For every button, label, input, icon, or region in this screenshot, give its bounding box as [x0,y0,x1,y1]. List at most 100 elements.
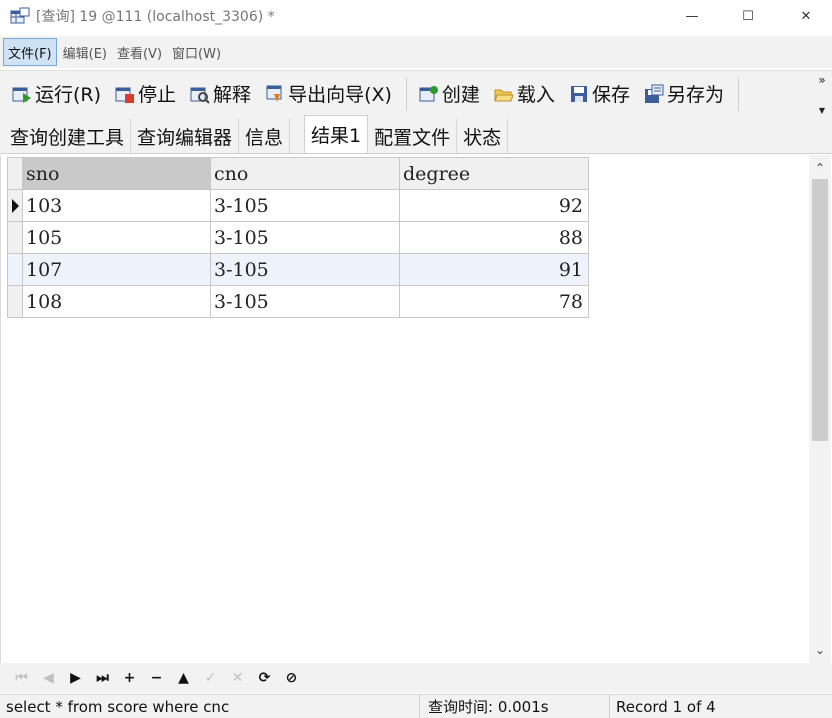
cell-sno[interactable]: 107 [22,253,211,286]
table-row[interactable]: 107 3-105 91 [7,253,589,286]
scroll-down-button[interactable]: ⌄ [809,639,831,661]
row-indicator[interactable] [7,285,23,318]
create-button[interactable]: 创建 [415,77,484,111]
last-record-button[interactable]: ⏭ [89,666,116,690]
prev-record-button[interactable]: ◀ [35,666,62,690]
cancel-edit-button[interactable]: ✕ [224,666,251,690]
table-row[interactable]: 105 3-105 88 [7,221,589,254]
chevron-down-icon: ⌄ [814,643,826,657]
next-record-button[interactable]: ▶ [62,666,89,690]
toolbar: 运行(R) 停止 解释 导出向导(X) 创建 载入 保存 另存为 » ▼ [0,70,832,116]
row-indicator[interactable] [7,189,23,222]
cell-sno[interactable]: 103 [22,189,211,222]
create-label: 创建 [441,84,480,106]
column-header-cno[interactable]: cno [210,157,400,190]
scroll-up-button[interactable]: ⌃ [809,157,831,179]
tab-profile[interactable]: 配置文件 [368,119,458,153]
result-grid: sno cno degree 103 3-105 92 105 3-105 88… [7,157,589,318]
stop-fetch-button[interactable]: ⊘ [278,666,305,690]
menu-window[interactable]: 窗口(W) [168,38,225,66]
stop-label: 停止 [138,84,177,106]
cross-icon: ✕ [231,670,244,686]
minus-icon: − [150,670,163,686]
add-record-button[interactable]: + [116,666,143,690]
menu-file[interactable]: 文件(F) [3,38,57,66]
toolbar-separator [737,76,739,111]
run-icon [12,84,32,104]
post-record-button[interactable]: ▲ [170,666,197,690]
cell-degree[interactable]: 88 [399,221,589,254]
plus-icon: + [123,670,136,686]
cell-cno[interactable]: 3-105 [210,285,400,318]
cell-sno[interactable]: 108 [22,285,211,318]
minimize-icon: — [685,8,699,24]
cell-cno[interactable]: 3-105 [210,221,400,254]
scrollbar-thumb[interactable] [812,179,828,441]
first-icon: ⏮ [15,670,28,686]
maximize-button[interactable]: ☐ [718,0,778,32]
first-record-button[interactable]: ⏮ [8,666,35,690]
load-label: 载入 [516,84,555,106]
row-indicator[interactable] [7,221,23,254]
delete-record-button[interactable]: − [143,666,170,690]
toolbar-overflow-button[interactable]: » ▼ [814,73,830,115]
column-header-degree[interactable]: degree [399,157,589,190]
cell-cno[interactable]: 3-105 [210,253,400,286]
cell-cno[interactable]: 3-105 [210,189,400,222]
refresh-button[interactable]: ⟳ [251,666,278,690]
cell-degree[interactable]: 78 [399,285,589,318]
maximize-icon: ☐ [742,8,754,24]
row-indicator[interactable] [7,253,23,286]
explain-label: 解释 [213,84,252,106]
overflow-chevron-icon: » [818,73,826,87]
status-query-time: 查询时间: 0.001s [420,694,610,718]
vertical-scrollbar[interactable]: ⌃ ⌄ [809,155,831,663]
column-header-sno[interactable]: sno [22,157,211,190]
stop-button[interactable]: 停止 [111,77,180,111]
prev-icon: ◀ [43,670,54,686]
grid-corner [7,157,23,190]
status-bar: select * from score where cnc 查询时间: 0.00… [0,694,832,718]
run-button[interactable]: 运行(R) [8,77,105,111]
next-icon: ▶ [70,670,81,686]
cell-degree[interactable]: 91 [399,253,589,286]
save-as-button[interactable]: 另存为 [640,77,728,111]
tab-query-editor[interactable]: 查询编辑器 [131,119,240,153]
result-grid-area: sno cno degree 103 3-105 92 105 3-105 88… [0,155,832,663]
apply-edit-button[interactable]: ✓ [197,666,224,690]
load-button[interactable]: 载入 [490,77,559,111]
run-label: 运行(R) [35,84,102,106]
export-wizard-button[interactable]: 导出向导(X) [261,77,396,111]
save-as-label: 另存为 [666,84,724,106]
explain-button[interactable]: 解释 [186,77,255,111]
explain-icon [190,84,210,104]
minimize-button[interactable]: — [662,0,722,32]
toolbar-separator [405,76,407,111]
table-row[interactable]: 103 3-105 92 [7,189,589,222]
close-icon: ✕ [800,8,812,24]
tab-status[interactable]: 状态 [457,119,509,153]
close-button[interactable]: ✕ [776,0,832,32]
save-button[interactable]: 保存 [565,77,634,111]
tab-info[interactable]: 信息 [239,119,291,153]
result-tabs: 查询创建工具 查询编辑器 信息 结果1 配置文件 状态 [0,115,832,154]
chevron-up-icon: ⌃ [814,161,826,175]
cell-sno[interactable]: 105 [22,221,211,254]
status-sql-text: select * from score where cnc [0,694,420,718]
tab-query-builder[interactable]: 查询创建工具 [4,119,132,153]
current-row-arrow-icon [12,199,19,213]
cell-degree[interactable]: 92 [399,189,589,222]
save-label: 保存 [591,84,630,106]
last-icon: ⏭ [96,670,109,686]
record-navigator: ⏮ ◀ ▶ ⏭ + − ▲ ✓ ✕ ⟳ ⊘ [0,663,832,693]
overflow-dropdown-icon: ▼ [818,106,826,115]
save-as-icon [644,84,664,104]
check-icon: ✓ [204,670,217,686]
table-row[interactable]: 108 3-105 78 [7,285,589,318]
window-title: [查询] 19 @111 (localhost_3306) * [36,9,275,25]
menu-edit[interactable]: 编辑(E) [59,38,111,66]
menu-view[interactable]: 查看(V) [113,38,166,66]
tab-result-1[interactable]: 结果1 [304,115,369,153]
title-bar: [查询] 19 @111 (localhost_3306) * — ☐ ✕ [0,0,832,32]
triangle-up-icon: ▲ [178,670,189,686]
